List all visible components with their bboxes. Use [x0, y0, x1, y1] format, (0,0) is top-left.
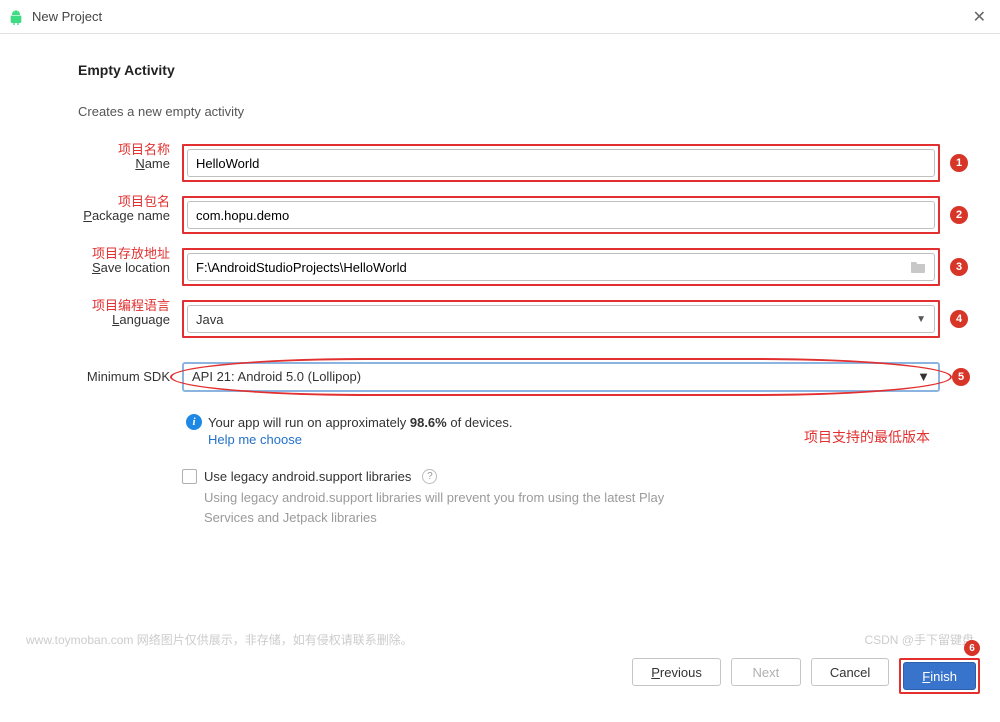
page-description: Creates a new empty activity: [78, 104, 940, 119]
page-heading: Empty Activity: [78, 62, 940, 78]
cancel-button[interactable]: Cancel: [811, 658, 889, 686]
help-icon[interactable]: ?: [422, 469, 437, 484]
legacy-label: Use legacy android.support libraries: [204, 469, 411, 484]
badge-2: 2: [950, 206, 968, 224]
badge-3: 3: [950, 258, 968, 276]
save-label: Save location: [78, 260, 170, 275]
window-titlebar: New Project ✕: [0, 0, 1000, 34]
sdk-label: Minimum SDK: [78, 369, 170, 384]
annotation-package: 项目包名: [118, 191, 170, 210]
chevron-down-icon: ▼: [917, 369, 930, 384]
chevron-down-icon: ▼: [916, 314, 926, 325]
badge-4: 4: [950, 310, 968, 328]
language-label: Language: [78, 312, 170, 327]
info-icon: i: [186, 414, 202, 430]
android-icon: [8, 9, 24, 25]
legacy-description: Using legacy android.support libraries w…: [204, 488, 704, 527]
language-value: Java: [196, 312, 223, 327]
name-label: Name: [78, 156, 170, 171]
save-location-input[interactable]: [187, 253, 935, 281]
legacy-checkbox[interactable]: [182, 469, 197, 484]
badge-6: 6: [964, 640, 980, 656]
annotation-name: 项目名称: [118, 139, 170, 158]
name-input[interactable]: [187, 149, 935, 177]
language-select[interactable]: Java ▼: [187, 305, 935, 333]
badge-5: 5: [952, 368, 970, 386]
folder-icon[interactable]: [910, 260, 926, 274]
watermark: www.toymoban.com 网络图片仅供展示，非存储，如有侵权请联系删除。…: [20, 631, 980, 648]
package-input[interactable]: [187, 201, 935, 229]
annotation-sdk: 项目支持的最低版本: [804, 427, 930, 447]
previous-button[interactable]: Previous: [632, 658, 721, 686]
window-title: New Project: [32, 9, 967, 24]
close-button[interactable]: ✕: [967, 7, 992, 27]
sdk-value: API 21: Android 5.0 (Lollipop): [192, 369, 361, 384]
annotation-language: 项目编程语言: [92, 295, 170, 314]
package-label: Package name: [78, 208, 170, 223]
next-button: Next: [731, 658, 801, 686]
minimum-sdk-select[interactable]: API 21: Android 5.0 (Lollipop) ▼: [182, 362, 940, 392]
badge-1: 1: [950, 154, 968, 172]
annotation-save: 项目存放地址: [92, 243, 170, 262]
finish-button[interactable]: Finish: [903, 662, 976, 690]
